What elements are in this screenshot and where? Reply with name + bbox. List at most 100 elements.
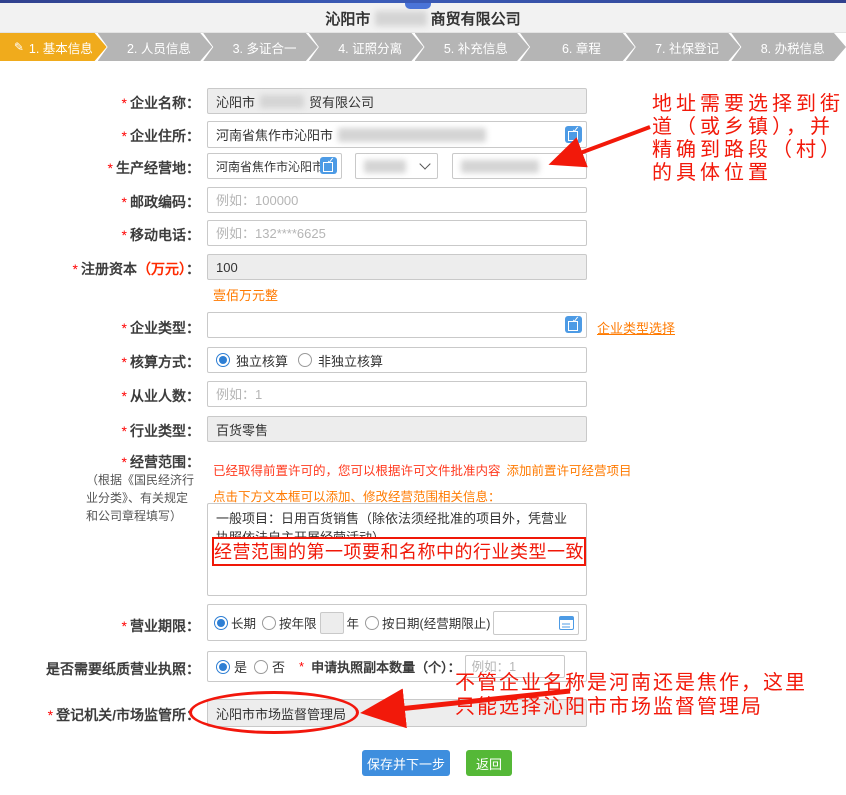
business-location-label: *生产经营地： (0, 158, 200, 178)
postal-code-input[interactable] (207, 187, 587, 213)
employee-count-input[interactable] (207, 381, 587, 407)
radio-label: 是 (234, 657, 247, 676)
radio-label: 按年限 (279, 613, 317, 632)
license-copies-label: 申请执照副本数量（个）： (311, 657, 461, 676)
company-type-field[interactable] (207, 312, 587, 338)
industry-type-field: 百货零售 (207, 416, 587, 442)
registered-capital-value: 100 (216, 260, 238, 275)
street-field[interactable] (452, 153, 587, 179)
annotation-ellipse (189, 691, 359, 734)
radio-term-by-date[interactable] (365, 616, 379, 630)
radio-label: 否 (272, 657, 285, 676)
company-type-select-link[interactable]: 企业类型选择 (597, 318, 675, 337)
required-asterisk: * (122, 454, 127, 470)
step-5-supplement-info[interactable]: 5. 补充信息 (415, 33, 530, 61)
address-select-icon[interactable] (565, 126, 582, 143)
step-7-social-security[interactable]: 7. 社保登记 (626, 33, 741, 61)
radio-label: 按日期(经营期限止) (382, 613, 490, 632)
company-name-value: 贸有限公司 (309, 92, 374, 111)
location-select-icon[interactable] (320, 157, 337, 174)
page-title-prefix: 沁阳市 (325, 11, 370, 28)
required-asterisk: * (122, 423, 127, 439)
top-center-tab (405, 3, 431, 9)
redacted-text (364, 160, 406, 173)
redacted-text (338, 128, 486, 142)
radio-term-by-years[interactable] (262, 616, 276, 630)
business-scope-sublabel: （根据《国民经济行 业分类》、有关规定 和公司章程填写） (86, 471, 204, 525)
step-label: 5. 补充信息 (444, 38, 508, 57)
required-asterisk: * (73, 261, 78, 277)
company-address-field[interactable]: 河南省焦作市沁阳市 (207, 121, 587, 148)
company-type-select-icon[interactable] (565, 316, 582, 333)
registration-authority-label: *登记机关/市场监管所： (0, 705, 200, 725)
radio-label: 非独立核算 (318, 351, 383, 370)
redacted-text (375, 11, 427, 26)
capital-in-words: 壹佰万元整 (213, 285, 278, 304)
scope-tip-red: 已经取得前置许可的，您可以根据许可文件批准内容添加前置许可经营项目 (213, 460, 632, 479)
accounting-method-group: 独立核算 非独立核算 (207, 347, 587, 373)
add-licensed-items-link[interactable]: 添加前置许可经营项目 (507, 464, 632, 478)
pencil-icon: ✎ (14, 40, 24, 54)
paper-license-label: 是否需要纸质营业执照： (0, 659, 200, 679)
step-4-cert-separation[interactable]: 4. 证照分离 (309, 33, 424, 61)
step-8-tax-info[interactable]: 8. 办税信息 (731, 33, 846, 61)
required-asterisk: * (48, 707, 53, 723)
district-dropdown[interactable] (355, 153, 438, 179)
step-label: 7. 社保登记 (655, 38, 719, 57)
mobile-phone-input[interactable] (207, 220, 587, 246)
step-6-charter[interactable]: 6. 章程 (520, 33, 635, 61)
required-asterisk: * (122, 128, 127, 144)
term-years-input[interactable] (320, 612, 344, 634)
step-2-personnel-info[interactable]: 2. 人员信息 (98, 33, 213, 61)
step-label: 6. 章程 (562, 38, 601, 57)
required-asterisk: * (122, 320, 127, 336)
radio-paper-license-no[interactable] (254, 660, 268, 674)
back-button[interactable]: 返回 (466, 750, 512, 776)
industry-type-label: *行业类型： (0, 421, 200, 441)
radio-term-longterm[interactable] (214, 616, 228, 630)
radio-dependent-accounting[interactable] (298, 353, 312, 367)
step-label: 8. 办税信息 (761, 38, 825, 57)
business-term-group: 长期 按年限 年 按日期(经营期限止) (207, 604, 587, 641)
company-name-value: 沁阳市 (216, 92, 255, 111)
scope-annotation-box: 经营范围的第一项要和名称中的行业类型一致 (212, 537, 586, 566)
step-label: 3. 多证合一 (233, 38, 297, 57)
address-annotation: 地址需要选择到街 道（或乡镇），并 精确到路段（村） 的具体位置 (652, 93, 844, 185)
required-asterisk: * (122, 227, 127, 243)
required-asterisk: * (122, 388, 127, 404)
company-name-field: 沁阳市 贸有限公司 (207, 88, 587, 114)
company-address-label: *企业住所： (0, 126, 200, 146)
save-next-button[interactable]: 保存并下一步 (362, 750, 450, 776)
accounting-method-label: *核算方式： (0, 352, 200, 372)
required-asterisk: * (108, 160, 113, 176)
registered-capital-field: 100 (207, 254, 587, 280)
year-unit-label: 年 (347, 613, 360, 632)
step-1-basic-info[interactable]: ✎ 1. 基本信息 (0, 33, 107, 61)
step-label: 2. 人员信息 (127, 38, 191, 57)
page-title: 沁阳市 商贸有限公司 (0, 8, 846, 29)
required-asterisk: * (122, 95, 127, 111)
calendar-icon[interactable] (559, 616, 574, 630)
mobile-phone-label: *移动电话： (0, 225, 200, 245)
business-scope-label: *经营范围： (0, 452, 200, 472)
company-registration-page: 沁阳市 商贸有限公司 ✎ 1. 基本信息 2. 人员信息 3. 多证合一 4. … (0, 0, 846, 795)
term-end-date-input[interactable] (493, 611, 579, 635)
company-address-value: 河南省焦作市沁阳市 (216, 125, 333, 144)
employee-count-label: *从业人数： (0, 386, 200, 406)
registered-capital-label: *注册资本（万元）： (0, 259, 200, 279)
company-name-label: *企业名称： (0, 93, 200, 113)
page-title-suffix: 商贸有限公司 (431, 11, 521, 28)
step-3-multi-cert[interactable]: 3. 多证合一 (203, 33, 318, 61)
radio-label: 独立核算 (236, 351, 288, 370)
business-location-field[interactable]: 河南省焦作市沁阳市 (207, 153, 342, 179)
radio-independent-accounting[interactable] (216, 353, 230, 367)
radio-label: 长期 (231, 613, 256, 632)
authority-annotation: 不管企业名称是河南还是焦作，这里 只能选择沁阳市市场监督管理局 (455, 671, 807, 719)
required-asterisk: * (122, 618, 127, 634)
redacted-text (260, 95, 304, 108)
radio-paper-license-yes[interactable] (216, 660, 230, 674)
step-nav: ✎ 1. 基本信息 2. 人员信息 3. 多证合一 4. 证照分离 5. 补充信… (0, 33, 846, 61)
redacted-text (461, 160, 539, 173)
step-label: 4. 证照分离 (338, 38, 402, 57)
required-asterisk: * (299, 659, 304, 674)
